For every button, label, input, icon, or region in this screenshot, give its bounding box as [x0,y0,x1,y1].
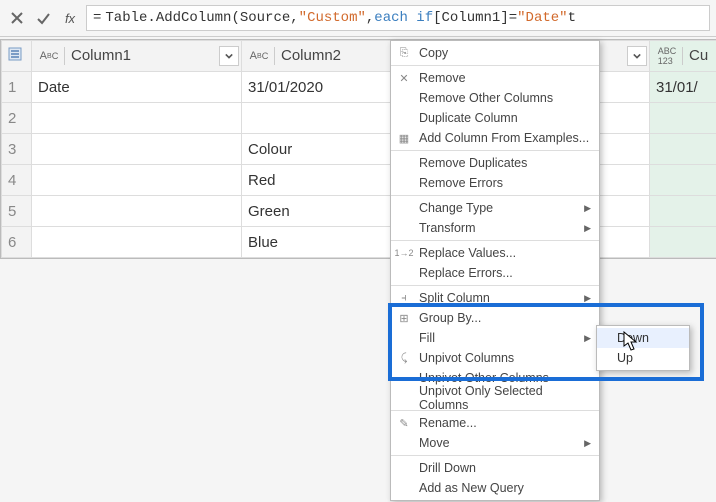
menu-remove[interactable]: ✕Remove [391,68,599,88]
table-row[interactable]: 4Red [2,165,716,196]
row-header[interactable]: 4 [2,165,32,196]
copy-icon: ⎘ [397,46,411,60]
cell[interactable] [650,165,716,196]
cell[interactable] [650,196,716,227]
filter-dropdown-icon[interactable] [219,46,239,66]
unpivot-icon: ⤹ [397,351,411,365]
table-row[interactable]: 5Green [2,196,716,227]
submenu-arrow-icon: ▶ [584,293,591,304]
menu-rename[interactable]: ✎Rename... [391,413,599,433]
submenu-arrow-icon: ▶ [584,438,591,449]
menu-copy[interactable]: ⎘Copy [391,43,599,63]
menu-unpivot[interactable]: ⤹Unpivot Columns [391,348,599,368]
table-row[interactable]: 3Colour [2,134,716,165]
submenu-up[interactable]: Up [597,348,689,368]
cell[interactable]: 31/01/ [650,72,716,103]
fill-submenu: Down Up [596,325,690,371]
menu-replace-values[interactable]: 1→2Replace Values... [391,243,599,263]
type-text-icon: ABC [248,47,275,65]
row-header[interactable]: 1 [2,72,32,103]
menu-split-column[interactable]: ⫞Split Column▶ [391,288,599,308]
menu-remove-errors[interactable]: Remove Errors [391,173,599,193]
context-menu: ⎘Copy ✕Remove Remove Other Columns Dupli… [390,40,600,501]
menu-replace-errors[interactable]: Replace Errors... [391,263,599,283]
menu-drill-down[interactable]: Drill Down [391,458,599,478]
formula-input[interactable]: = Table.AddColumn(Source, "Custom", each… [86,5,710,31]
formula-bar: fx = Table.AddColumn(Source, "Custom", e… [0,0,716,37]
menu-add-from-examples[interactable]: ▦Add Column From Examples... [391,128,599,148]
menu-unpivot-selected[interactable]: Unpivot Only Selected Columns [391,388,599,408]
type-any-icon: ABC123 [656,47,683,65]
menu-transform[interactable]: Transform▶ [391,218,599,238]
split-icon: ⫞ [397,291,411,305]
cell[interactable] [32,165,242,196]
accept-formula-button[interactable] [32,7,54,29]
cell[interactable]: Date [32,72,242,103]
menu-duplicate[interactable]: Duplicate Column [391,108,599,128]
menu-fill[interactable]: Fill▶ [391,328,599,348]
row-header[interactable]: 6 [2,227,32,258]
table-icon: ▦ [397,131,411,145]
cell[interactable] [32,196,242,227]
cancel-formula-button[interactable] [6,7,28,29]
replace-icon: 1→2 [397,246,411,260]
type-text-icon: ABC [38,47,65,65]
filter-dropdown-icon[interactable] [627,46,647,66]
menu-remove-other[interactable]: Remove Other Columns [391,88,599,108]
submenu-arrow-icon: ▶ [584,333,591,344]
table-row[interactable]: 2 [2,103,716,134]
group-icon: ⊞ [397,311,411,325]
menu-change-type[interactable]: Change Type▶ [391,198,599,218]
column-header-custom[interactable]: ABC123Cu [650,41,716,72]
table-row[interactable]: 6Blue [2,227,716,258]
cell[interactable] [32,134,242,165]
menu-add-new-query[interactable]: Add as New Query [391,478,599,498]
submenu-down[interactable]: Down [597,328,689,348]
row-header[interactable]: 5 [2,196,32,227]
submenu-arrow-icon: ▶ [584,203,591,214]
cell[interactable] [650,227,716,258]
table-row[interactable]: 1Date31/01/202031/01/ [2,72,716,103]
cell[interactable] [32,103,242,134]
fx-label: fx [58,11,82,26]
cell[interactable] [650,134,716,165]
cell[interactable] [32,227,242,258]
menu-move[interactable]: Move▶ [391,433,599,453]
menu-group-by[interactable]: ⊞Group By... [391,308,599,328]
column-header-column1[interactable]: ABCColumn1 [32,41,242,72]
submenu-arrow-icon: ▶ [584,223,591,234]
cell[interactable] [650,103,716,134]
row-header[interactable]: 3 [2,134,32,165]
select-all-corner[interactable] [2,41,32,72]
data-grid: ABCColumn1 ABCColumn2 ABC123Cu 1Date31/0… [0,39,716,259]
remove-icon: ✕ [397,71,411,85]
rename-icon: ✎ [397,416,411,430]
menu-remove-duplicates[interactable]: Remove Duplicates [391,153,599,173]
row-header[interactable]: 2 [2,103,32,134]
